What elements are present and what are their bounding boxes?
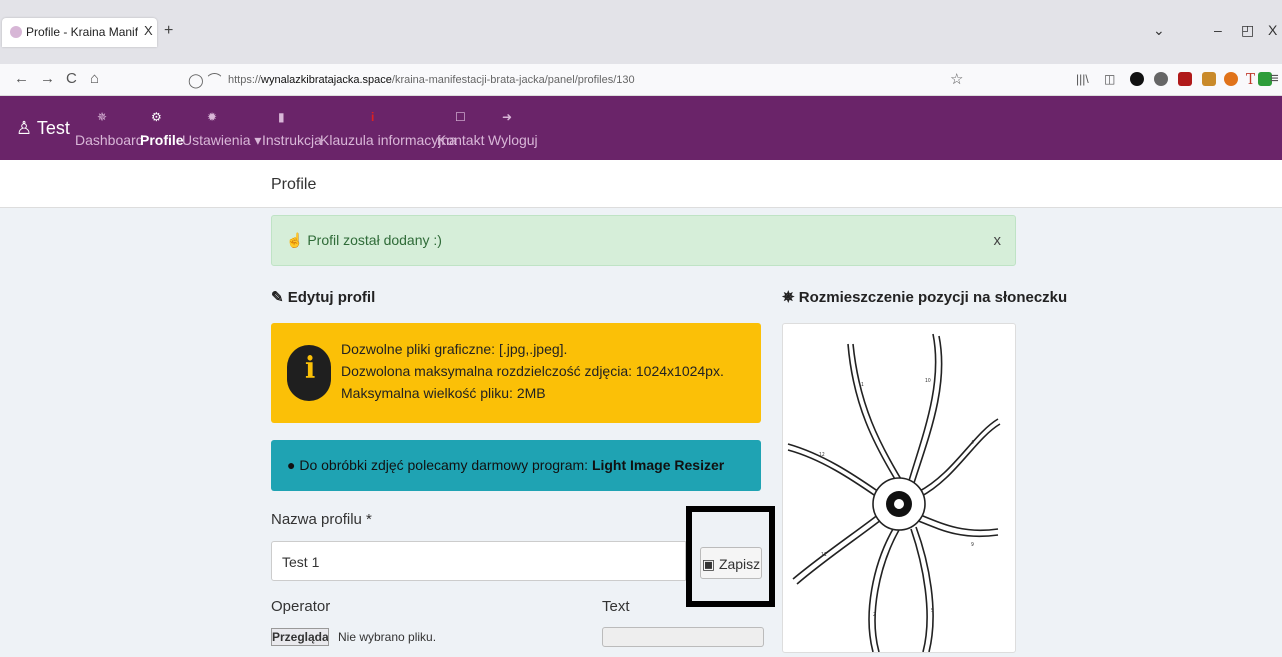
- success-message: Profil został dodany :): [307, 232, 442, 248]
- app-navbar: ♙ Test ✵ Dashboard ⚙ Profile ✹ Ustawieni…: [0, 96, 1282, 160]
- reload-icon[interactable]: C: [66, 70, 77, 87]
- restore-icon[interactable]: ◰: [1241, 22, 1254, 39]
- success-alert-text: ☝ Profil został dodany :): [286, 232, 442, 249]
- menu-icon[interactable]: ≡: [1270, 70, 1279, 87]
- svg-text:2: 2: [873, 612, 876, 618]
- sun-diagram: 1 10 4 12 9 11 2 5: [787, 333, 1001, 653]
- sun-icon: ✵: [782, 289, 795, 306]
- file-icon: ▮: [278, 110, 285, 124]
- nav-profile[interactable]: Profile: [140, 132, 184, 148]
- logout-icon: ➜: [502, 110, 513, 124]
- url-prefix: https://: [228, 74, 262, 86]
- forward-icon[interactable]: →: [40, 70, 55, 87]
- success-alert: ☝ Profil został dodany :) x: [271, 215, 1016, 266]
- cogs-icon: ⚙: [151, 110, 162, 124]
- minimize-icon[interactable]: –: [1214, 22, 1222, 38]
- shield-icon: ◯ ⌒: [188, 72, 222, 88]
- sun-diagram-card: 1 10 4 12 9 11 2 5: [782, 323, 1016, 653]
- page-title: Profile: [271, 176, 317, 193]
- page-header: Profile: [0, 160, 1282, 208]
- allowed-formats-text: Dozwolne pliki graficzne: [.jpg,.jpeg].: [341, 341, 568, 357]
- profile-name-label: Nazwa profilu *: [271, 511, 372, 528]
- new-tab-button[interactable]: +: [164, 22, 173, 40]
- svg-text:4: 4: [971, 440, 974, 446]
- nav-instrukcja[interactable]: Instrukcja: [262, 132, 322, 148]
- sidebar-icon[interactable]: ◫: [1104, 72, 1115, 86]
- nav-dashboard[interactable]: Dashboard: [75, 132, 144, 148]
- nav-ustawienia[interactable]: Ustawienia ▾: [182, 132, 261, 149]
- edit-heading-text: Edytuj profil: [287, 289, 376, 306]
- tab-close-button[interactable]: X: [144, 23, 153, 38]
- extension-t-icon[interactable]: T: [1246, 70, 1255, 88]
- svg-text:12: 12: [819, 452, 825, 458]
- max-resolution-text: Dozwolona maksymalna rozdzielczość zdjęc…: [341, 363, 724, 379]
- profile-name-value: Test 1: [282, 554, 320, 570]
- browse-button[interactable]: Przeglądaj...: [271, 628, 329, 646]
- nav-wyloguj[interactable]: Wyloguj: [488, 132, 538, 148]
- tab-list-icon[interactable]: ⌄: [1153, 22, 1165, 39]
- svg-text:9: 9: [971, 542, 974, 548]
- profile-name-input[interactable]: Test 1: [271, 541, 686, 581]
- browser-toolbar: ← → C ⌂ ◯ ⌒ https://wynalazkibratajacka.…: [0, 64, 1282, 96]
- resizer-info-alert: ● Do obróbki zdjęć polecamy darmowy prog…: [271, 440, 761, 491]
- resizer-info-text: ● Do obróbki zdjęć polecamy darmowy prog…: [287, 457, 724, 473]
- sun-heading-text: Rozmieszczenie pozycji na słoneczku: [798, 289, 1068, 306]
- nav-kontakt[interactable]: Kontakt: [437, 132, 484, 148]
- sun-icon: ✵: [97, 110, 108, 124]
- envelope-icon: ☐: [455, 110, 466, 124]
- operator-label: Operator: [271, 598, 331, 615]
- info-icon: i: [371, 110, 375, 124]
- browser-tab-strip: [0, 0, 1282, 64]
- svg-text:1: 1: [861, 382, 864, 388]
- url-path: /kraina-manifestacji-brata-jacka/panel/p…: [391, 74, 635, 86]
- ublock-icon[interactable]: [1178, 72, 1192, 86]
- text-position-stepper[interactable]: [602, 627, 764, 647]
- extension-icon[interactable]: [1154, 72, 1168, 86]
- info-icon: i: [287, 345, 331, 401]
- svg-text:11: 11: [821, 552, 827, 558]
- library-icon[interactable]: |||\: [1076, 72, 1089, 86]
- info-text: Do obróbki zdjęć polecamy darmowy progra…: [299, 457, 589, 473]
- tab-title: Profile - Kraina Manifestacji Bra: [26, 25, 138, 39]
- text-label: Text: [602, 598, 630, 615]
- user-icon: ♙: [16, 118, 33, 138]
- svg-text:10: 10: [925, 378, 931, 384]
- extension-icon[interactable]: [1224, 72, 1238, 86]
- extension-icon[interactable]: [1202, 72, 1216, 86]
- file-requirements-alert: i Dozwolne pliki graficzne: [.jpg,.jpeg]…: [271, 323, 761, 423]
- edit-profile-heading: ✎ Edytuj profil: [271, 288, 375, 306]
- bookmark-star-icon[interactable]: ☆: [950, 70, 963, 88]
- light-image-resizer-link[interactable]: Light Image Resizer: [592, 457, 724, 473]
- favicon-icon: [10, 26, 22, 38]
- back-icon[interactable]: ←: [14, 70, 29, 87]
- svg-text:5: 5: [931, 608, 934, 614]
- thumbs-up-icon: ☝: [286, 232, 304, 248]
- max-size-text: Maksymalna wielkość pliku: 2MB: [341, 385, 546, 401]
- edit-icon: ✎: [271, 289, 284, 306]
- info-circle-icon: ●: [287, 457, 296, 473]
- sun-layout-heading: ✵ Rozmieszczenie pozycji na słoneczku: [782, 288, 1067, 306]
- browser-tab[interactable]: Profile - Kraina Manifestacji Bra X: [2, 18, 157, 47]
- url-domain: wynalazkibratajacka.space: [261, 74, 392, 86]
- gear-icon: ✹: [207, 110, 218, 124]
- brand-label: Test: [36, 118, 70, 138]
- no-file-text: Nie wybrano pliku.: [338, 630, 437, 644]
- close-window-icon[interactable]: X: [1268, 22, 1277, 38]
- highlight-box: [686, 506, 775, 607]
- home-icon[interactable]: ⌂: [90, 70, 99, 87]
- url-bar[interactable]: ◯ ⌒ https://wynalazkibratajacka.space/kr…: [188, 68, 978, 92]
- extension-icon[interactable]: [1130, 72, 1144, 86]
- brand-link[interactable]: ♙ Test: [16, 118, 70, 139]
- alert-close-button[interactable]: x: [994, 232, 1002, 249]
